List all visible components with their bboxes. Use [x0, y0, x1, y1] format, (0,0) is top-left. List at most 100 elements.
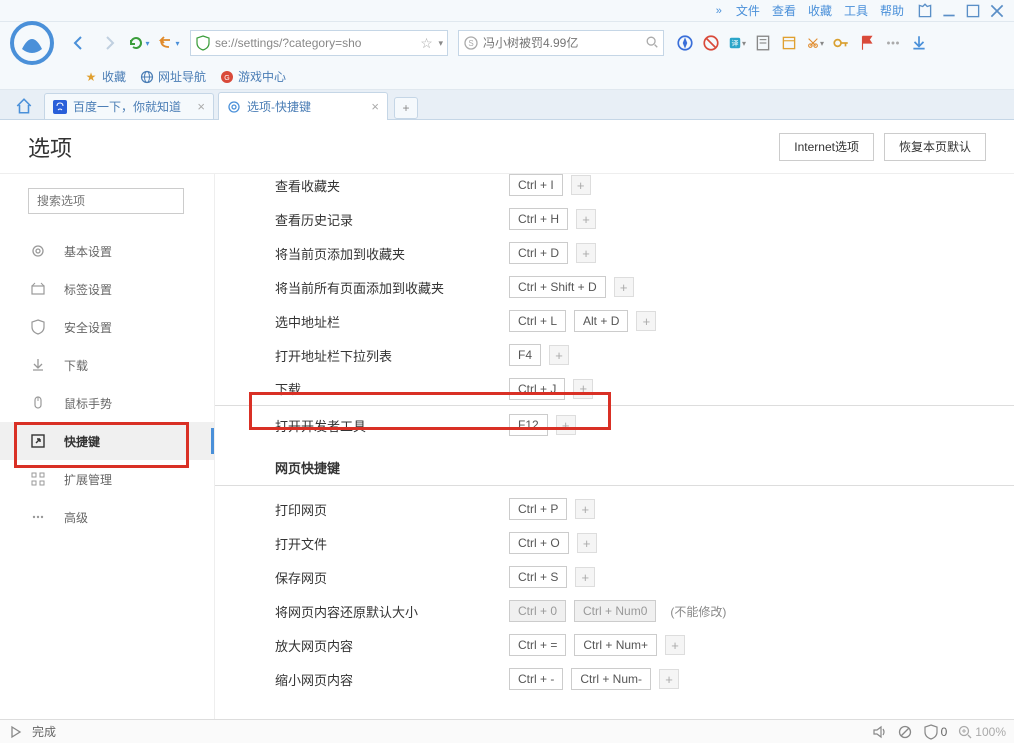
shortcut-key[interactable]: Ctrl + Num+	[574, 634, 657, 656]
zoom-icon[interactable]	[957, 724, 973, 740]
extension-icons: 译▾ ▾	[676, 34, 928, 52]
add-key-button[interactable]: +	[665, 635, 685, 655]
add-key-button[interactable]: +	[575, 567, 595, 587]
menu-file[interactable]: 文件	[736, 2, 760, 19]
bookmark-favorites[interactable]: ★收藏	[84, 68, 126, 85]
add-key-button[interactable]: +	[549, 345, 569, 365]
setting-label: 查看历史记录	[275, 210, 509, 229]
star-icon: ★	[84, 70, 98, 84]
ext-translate-icon[interactable]: 译▾	[728, 34, 746, 52]
minimize-icon[interactable]	[940, 2, 958, 20]
shortcut-key[interactable]: Ctrl + I	[509, 174, 563, 196]
shortcut-key[interactable]: Ctrl + L	[509, 310, 566, 332]
shortcut-key[interactable]: F4	[509, 344, 541, 366]
shortcut-key[interactable]: Ctrl + S	[509, 566, 567, 588]
maximize-icon[interactable]	[964, 2, 982, 20]
add-key-button[interactable]: +	[556, 415, 576, 435]
tab-settings[interactable]: 选项-快捷键 ×	[218, 92, 388, 120]
restore-defaults-button[interactable]: 恢复本页默认	[884, 133, 986, 161]
sidebar-item-security[interactable]: 安全设置	[0, 308, 214, 346]
shortcut-key[interactable]: Ctrl + =	[509, 634, 566, 656]
block-icon[interactable]	[897, 724, 913, 740]
search-input[interactable]	[483, 36, 645, 50]
ext-flag-icon[interactable]	[858, 34, 876, 52]
sidebar-item-basic[interactable]: 基本设置	[0, 232, 214, 270]
add-key-button[interactable]: +	[636, 311, 656, 331]
svg-text:S: S	[468, 39, 473, 48]
shortcut-key[interactable]: Alt + D	[574, 310, 628, 332]
page-title: 选项	[28, 131, 769, 163]
setting-label: 将网页内容还原默认大小	[275, 602, 509, 621]
tab-baidu[interactable]: 百度一下，你就知道 ×	[44, 93, 214, 119]
ext-reader-icon[interactable]	[754, 34, 772, 52]
ext-compass-icon[interactable]	[676, 34, 694, 52]
tab-close-icon[interactable]: ×	[371, 99, 379, 114]
addrbar-dropdown-icon[interactable]: ▾	[438, 38, 443, 49]
shortcut-key[interactable]: Ctrl + H	[509, 208, 568, 230]
sidebar-item-extensions[interactable]: 扩展管理	[0, 460, 214, 498]
expand-icon[interactable]: »	[716, 5, 722, 17]
shortcut-key[interactable]: Ctrl + O	[509, 532, 569, 554]
ext-adblock-icon[interactable]	[702, 34, 720, 52]
setting-label: 将当前所有页面添加到收藏夹	[275, 278, 509, 297]
shield-icon[interactable]	[923, 724, 939, 740]
shortcut-key[interactable]: Ctrl + D	[509, 242, 568, 264]
reload-button[interactable]: ▾	[126, 30, 152, 56]
page-header: 选项 Internet选项 恢复本页默认	[0, 120, 1014, 174]
svg-text:译: 译	[731, 40, 738, 48]
setting-label: 打印网页	[275, 500, 509, 519]
ext-note-icon[interactable]	[780, 34, 798, 52]
bookmark-nav[interactable]: 网址导航	[140, 68, 206, 85]
menu-help[interactable]: 帮助	[880, 2, 904, 19]
add-key-button[interactable]: +	[576, 243, 596, 263]
shortcut-key[interactable]: Ctrl + -	[509, 668, 563, 690]
home-tab[interactable]	[8, 93, 40, 119]
search-options-input[interactable]	[28, 188, 184, 214]
internet-options-button[interactable]: Internet选项	[779, 133, 874, 161]
favorite-star-icon[interactable]: ☆	[418, 35, 434, 52]
add-key-button[interactable]: +	[571, 175, 591, 195]
shortcut-key[interactable]: Ctrl + Shift + D	[509, 276, 606, 298]
forward-button[interactable]	[96, 30, 122, 56]
status-text: 完成	[32, 723, 56, 740]
add-key-button[interactable]: +	[576, 209, 596, 229]
menu-tools[interactable]: 工具	[844, 2, 868, 19]
sidebar-item-gestures[interactable]: 鼠标手势	[0, 384, 214, 422]
shortcut-key[interactable]: Ctrl + J	[509, 378, 565, 400]
toolbar: ▾ ▾ ☆ ▾ S 译▾ ▾	[0, 22, 1014, 64]
add-key-button[interactable]: +	[577, 533, 597, 553]
tab-close-icon[interactable]: ×	[197, 99, 205, 114]
menu-view[interactable]: 查看	[772, 2, 796, 19]
sidebar-item-download[interactable]: 下载	[0, 346, 214, 384]
sound-icon[interactable]	[871, 724, 887, 740]
shortcut-key[interactable]: F12	[509, 414, 548, 436]
shortcut-key[interactable]: Ctrl + P	[509, 498, 567, 520]
shortcut-key[interactable]: Ctrl + Num-	[571, 668, 651, 690]
sidebar-item-shortcuts[interactable]: 快捷键	[0, 422, 214, 460]
menu-favorites[interactable]: 收藏	[808, 2, 832, 19]
add-key-button[interactable]: +	[614, 277, 634, 297]
sidebar-item-tabs[interactable]: 标签设置	[0, 270, 214, 308]
ext-more-icon[interactable]	[884, 34, 902, 52]
add-key-button[interactable]: +	[575, 499, 595, 519]
add-key-button[interactable]: +	[573, 379, 593, 399]
search-bar[interactable]: S	[458, 30, 664, 56]
sidebar-item-advanced[interactable]: 高级	[0, 498, 214, 536]
sogou-icon: S	[463, 35, 479, 51]
close-icon[interactable]	[988, 2, 1006, 20]
back-button[interactable]	[66, 30, 92, 56]
play-icon[interactable]	[8, 724, 24, 740]
ext-scissors-icon[interactable]: ▾	[806, 34, 824, 52]
shortcut-key: Ctrl + 0	[509, 600, 566, 622]
new-tab-button[interactable]: +	[394, 97, 418, 119]
add-key-button[interactable]: +	[659, 669, 679, 689]
bookmark-bar: ★收藏 网址导航 G游戏中心	[0, 64, 1014, 90]
skin-icon[interactable]	[916, 2, 934, 20]
address-bar[interactable]: ☆ ▾	[190, 30, 448, 56]
bookmark-games[interactable]: G游戏中心	[220, 68, 286, 85]
search-icon[interactable]	[645, 35, 659, 52]
undo-close-button[interactable]: ▾	[156, 30, 182, 56]
ext-key-icon[interactable]	[832, 34, 850, 52]
url-input[interactable]	[215, 36, 418, 50]
download-icon[interactable]	[910, 34, 928, 52]
